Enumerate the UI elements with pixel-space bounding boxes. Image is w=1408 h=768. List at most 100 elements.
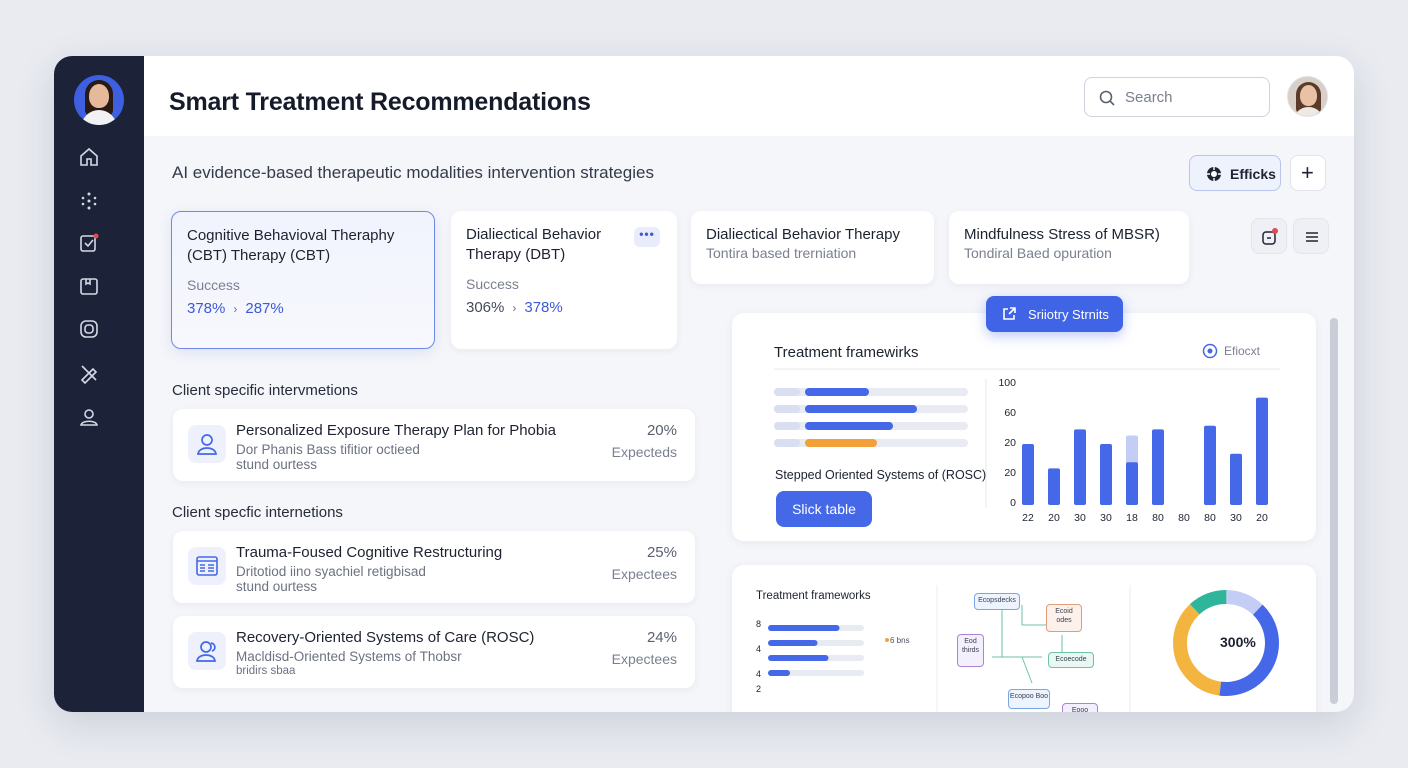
document-icon	[188, 547, 226, 585]
intervention-card[interactable]: Personalized Exposure Therapy Plan for P…	[173, 409, 695, 481]
users-icon	[188, 632, 226, 670]
flow-node: Ecopoo Boo	[1008, 689, 1050, 709]
strategy-button[interactable]: Sriiotry Strnits	[986, 296, 1123, 332]
search-icon	[1099, 90, 1115, 106]
intervention-desc-2: stund ourtess	[236, 457, 318, 472]
legend-dot	[885, 638, 889, 642]
page-subtitle: AI evidence-based therapeutic modalities…	[172, 163, 654, 182]
therapy-card-dialectical[interactable]: Dialiectical Behavior Therapy Tontira ba…	[691, 211, 934, 284]
y-tick-label: 20	[1004, 467, 1016, 479]
progress-fill	[805, 422, 893, 430]
y-tick-label: 20	[1004, 437, 1016, 449]
therapy-card-dbt[interactable]: Dialiectical Behavior Therapy (DBT) ••• …	[451, 211, 677, 349]
therapy-card-values: 378% › 287%	[187, 300, 284, 317]
section-heading: Client specfic internetions	[172, 504, 343, 521]
sidebar	[54, 56, 144, 712]
more-options-button[interactable]: •••	[634, 227, 660, 247]
y-tick-label: 100	[998, 377, 1016, 389]
bar-primary	[1048, 468, 1060, 505]
value-to: 378%	[524, 299, 563, 316]
therapy-card-values: 306% › 378%	[466, 299, 563, 316]
value-from: 306%	[466, 299, 505, 316]
alert-icon	[1262, 228, 1278, 245]
clipboard-icon[interactable]	[78, 275, 100, 297]
donut-center-label: 300%	[1220, 634, 1256, 650]
overview-panel: Treatment frameworks 84426 bns Ecopsdeck…	[732, 565, 1316, 712]
flow-node: Ecopsdecks	[974, 593, 1020, 610]
bar-primary	[1126, 462, 1138, 505]
therapy-card-mbsr[interactable]: Mindfulness Stress of MBSR) Tondiral Bae…	[949, 211, 1189, 284]
intervention-desc-2: stund ourtess	[236, 579, 318, 594]
x-tick-label: 18	[1126, 512, 1138, 524]
notification-button[interactable]	[1251, 218, 1287, 254]
home-icon[interactable]	[78, 146, 100, 168]
external-link-icon	[1003, 307, 1016, 320]
intervention-title: Personalized Exposure Therapy Plan for P…	[236, 422, 556, 439]
edit-icon[interactable]	[78, 362, 100, 385]
progress-fill	[805, 388, 869, 396]
arrow-icon: ›	[512, 301, 517, 315]
top-bar: Smart Treatment Recommendations Search	[144, 56, 1354, 136]
y-tick-label: 4	[756, 669, 762, 679]
bar-primary	[1074, 429, 1086, 505]
y-tick-label: 2	[756, 684, 762, 694]
x-tick-label: 30	[1074, 512, 1086, 524]
network-icon[interactable]	[78, 190, 100, 212]
y-tick-label: 4	[756, 644, 762, 654]
bar-primary	[1204, 425, 1216, 505]
y-tick-label: 60	[1004, 407, 1016, 419]
scrollbar[interactable]	[1330, 318, 1338, 704]
frameworks-panel: Treatment framewirks Efiocxt Stepped Ori…	[732, 313, 1316, 541]
small-chart-legend: 6 bns	[890, 636, 910, 645]
menu-button[interactable]	[1293, 218, 1329, 254]
plus-icon: +	[1301, 160, 1314, 185]
therapy-card-title: Dialiectical Behavior Therapy (DBT)	[466, 226, 602, 263]
sidebar-avatar[interactable]	[74, 75, 124, 125]
bar-fill	[768, 655, 829, 661]
intervention-desc: Macldisd-Oriented Systems of Thobsr	[236, 649, 462, 664]
therapy-card-cbt[interactable]: Cognitive Behavioval Theraphy (CBT) Ther…	[171, 211, 435, 349]
x-tick-label: 80	[1204, 512, 1216, 524]
page-title: Smart Treatment Recommendations	[169, 88, 591, 116]
slick-table-button[interactable]: Slick table	[776, 491, 872, 527]
profile-icon[interactable]	[78, 406, 100, 428]
user-avatar[interactable]	[1287, 76, 1328, 117]
therapy-card-title: Cognitive Behavioval Theraphy (CBT) Ther…	[187, 227, 395, 264]
x-tick-label: 30	[1230, 512, 1242, 524]
y-tick-label: 8	[756, 619, 762, 629]
y-tick-label: 0	[1010, 497, 1016, 509]
bar-primary	[1022, 444, 1034, 505]
intervention-title: Trauma-Foused Cognitive Restructuring	[236, 544, 503, 561]
x-tick-label: 30	[1100, 512, 1112, 524]
search-input[interactable]: Search	[1084, 77, 1270, 117]
progress-marker	[774, 405, 800, 413]
x-tick-label: 20	[1048, 512, 1060, 524]
search-placeholder: Search	[1125, 89, 1173, 106]
intervention-desc: Dor Phanis Bass tifitior octieed	[236, 442, 420, 457]
progress-fill	[805, 405, 917, 413]
value-to: 287%	[245, 300, 284, 317]
intervention-percent: 25%	[646, 544, 677, 561]
menu-icon	[1306, 232, 1318, 242]
intervention-status: Expectees	[611, 651, 677, 667]
bar-fill	[768, 670, 790, 676]
intervention-card[interactable]: Recovery-Oriented Systems of Care (ROSC)…	[173, 616, 695, 688]
flow-node: Ecoecode	[1048, 652, 1094, 668]
intervention-status: Expectees	[611, 566, 677, 582]
therapy-card-sublabel: Success	[187, 277, 240, 293]
intervention-card[interactable]: Trauma-Foused Cognitive Restructuring Dr…	[173, 531, 695, 603]
main-content: Smart Treatment Recommendations Search A…	[144, 56, 1354, 712]
progress-fill	[805, 439, 877, 447]
notes-icon[interactable]	[78, 232, 100, 254]
bar-primary	[1256, 397, 1268, 505]
section-heading: Client specific intervmetions	[172, 382, 358, 399]
intervention-desc-2: bridirs sbaa	[236, 665, 296, 677]
message-icon[interactable]	[78, 318, 100, 340]
bar-primary	[1230, 453, 1242, 505]
progress-track	[774, 388, 968, 396]
therapy-card-subtitle: Tondiral Baed opuration	[964, 245, 1112, 261]
add-button[interactable]: +	[1290, 155, 1326, 191]
bar-primary	[1152, 429, 1164, 505]
effects-button[interactable]: Efficks	[1189, 155, 1281, 191]
flow-node: Eooo	[1062, 703, 1098, 712]
